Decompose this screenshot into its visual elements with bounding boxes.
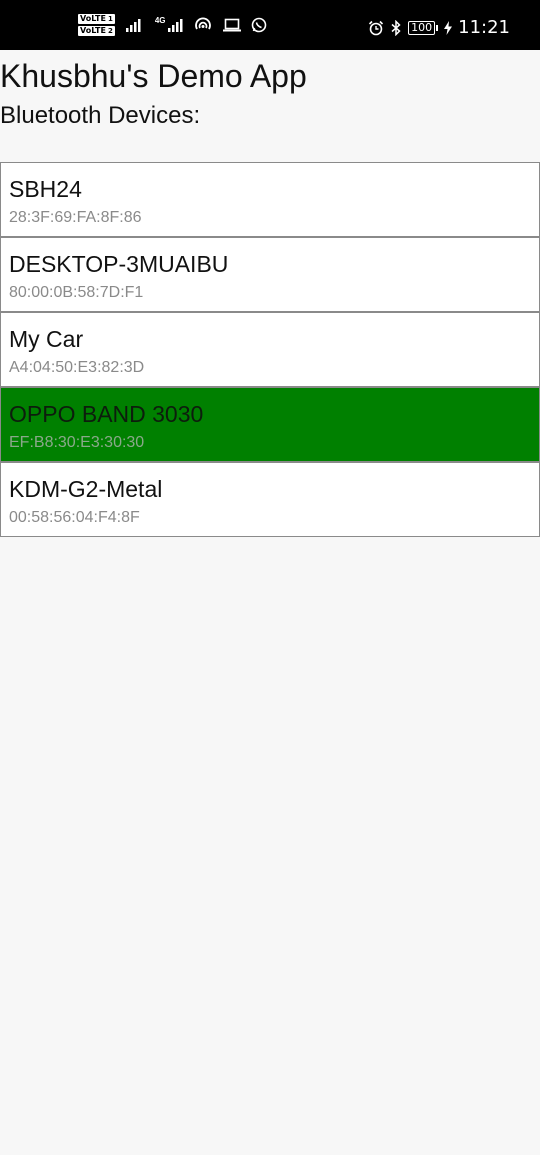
device-list-item[interactable]: DESKTOP-3MUAIBU 80:00:0B:58:7D:F1 [0,237,540,312]
battery-tip [436,24,439,31]
device-name: SBH24 [9,176,82,202]
app-title: Khusbhu's Demo App [0,58,307,94]
signal-4g-icon: 4G [155,17,183,33]
volte-label: VoLTE [80,14,106,23]
charging-icon [444,20,453,35]
signal-icon [125,17,145,33]
device-address: 80:00:0B:58:7D:F1 [9,284,144,301]
device-address: EF:B8:30:E3:30:30 [9,434,145,451]
device-name: My Car [9,326,84,352]
status-time: 11:21 [458,17,510,38]
device-list-item[interactable]: SBH24 28:3F:69:FA:8F:86 [0,162,540,237]
battery-level: 100 [408,20,436,35]
status-bar: VoLTE 1 VoLTE 2 4G 100 11:21 [0,0,540,50]
sim1-number: 1 [107,15,113,23]
battery-icon: 100 [408,20,439,35]
status-bar-right: 100 11:21 [368,17,510,38]
device-address: 28:3F:69:FA:8F:86 [9,209,142,226]
device-list-item[interactable]: KDM-G2-Metal 00:58:56:04:F4:8F [0,462,540,537]
device-name: OPPO BAND 3030 [9,401,204,427]
device-name: KDM-G2-Metal [9,476,163,502]
laptop-icon [222,18,241,32]
network-type-label: 4G [154,16,166,25]
bluetooth-device-list: SBH24 28:3F:69:FA:8F:86 DESKTOP-3MUAIBU … [0,162,540,537]
status-bar-left: VoLTE 1 VoLTE 2 4G [78,14,267,36]
sim2-number: 2 [107,27,113,35]
device-address: A4:04:50:E3:82:3D [9,359,145,376]
section-label: Bluetooth Devices: [0,102,201,129]
volte-indicators: VoLTE 1 VoLTE 2 [78,14,115,36]
volte-badge-sim1: VoLTE 1 [78,14,115,24]
volte-badge-sim2: VoLTE 2 [78,26,115,36]
whatsapp-icon [251,17,267,33]
bluetooth-icon [390,19,402,36]
device-name: DESKTOP-3MUAIBU [9,251,229,277]
device-address: 00:58:56:04:F4:8F [9,509,140,526]
device-list-item[interactable]: My Car A4:04:50:E3:82:3D [0,312,540,387]
wifi-hotspot-icon [193,17,213,33]
alarm-icon [368,20,384,36]
device-list-item-selected[interactable]: OPPO BAND 3030 EF:B8:30:E3:30:30 [0,387,540,462]
volte-label: VoLTE [80,26,106,35]
